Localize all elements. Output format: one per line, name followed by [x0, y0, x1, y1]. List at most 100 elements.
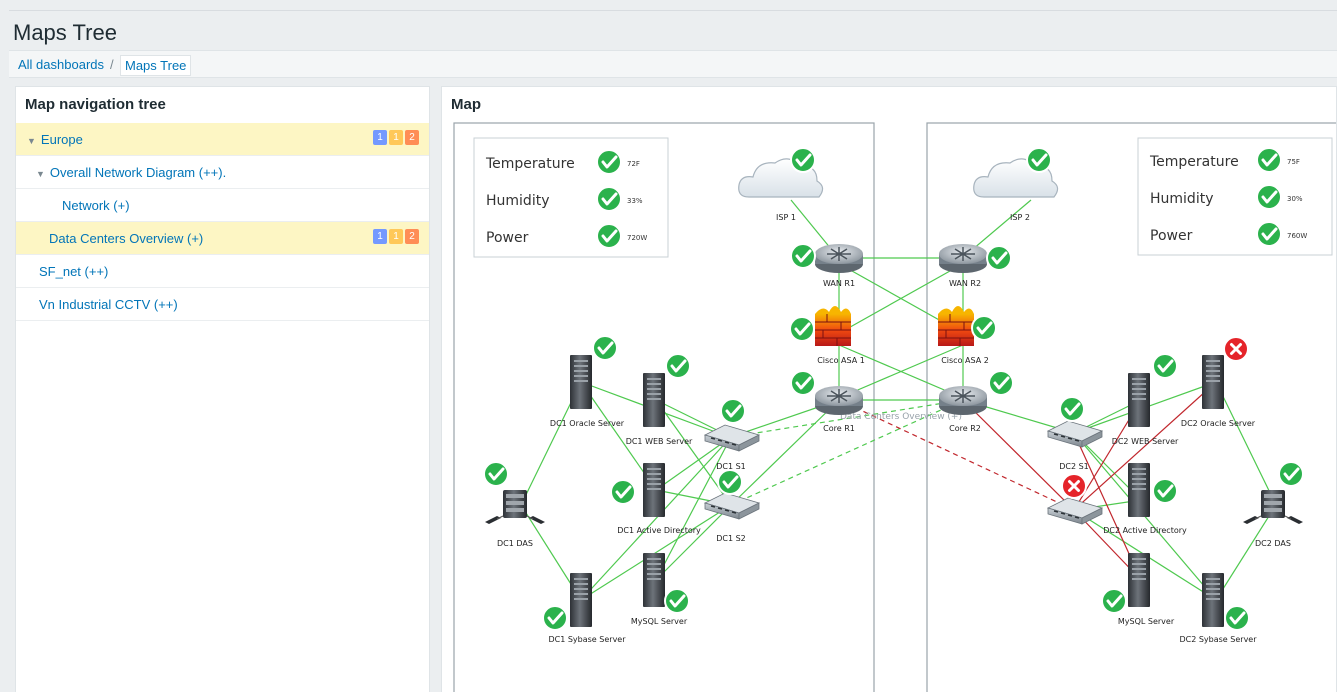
nav-panel-title: Map navigation tree: [25, 96, 166, 113]
node-label: DC1 S2: [716, 534, 746, 543]
server-icon: [1128, 373, 1150, 427]
page-header: Maps Tree: [9, 10, 1337, 50]
server-icon: [1202, 355, 1224, 409]
breadcrumb-all-dashboards[interactable]: All dashboards: [18, 57, 104, 72]
check-icon: [482, 460, 510, 488]
server-icon: [570, 355, 592, 409]
node-label: ISP 1: [776, 213, 796, 222]
check-icon: [970, 314, 998, 342]
env-value: 760W: [1287, 232, 1307, 240]
check-icon: [1151, 477, 1179, 505]
node-label: DC1 Sybase Server: [548, 635, 626, 644]
tree-item-overall-network-diagram[interactable]: ▼ Overall Network Diagram (++).: [16, 156, 429, 189]
node-label: DC2 WEB Server: [1112, 437, 1179, 446]
check-icon: [663, 587, 691, 615]
check-icon: [1100, 587, 1128, 615]
check-icon: [595, 148, 623, 176]
problem-count-info: 1: [373, 130, 387, 145]
env-value: 720W: [627, 234, 647, 242]
env-value: 72F: [627, 160, 640, 168]
node-label: DC1 WEB Server: [626, 437, 693, 446]
node-label: MySQL Server: [1118, 617, 1175, 626]
node-label: Cisco ASA 2: [941, 356, 989, 365]
tree-item-vn-industrial-cctv[interactable]: Vn Industrial CCTV (++): [16, 288, 429, 321]
tree-item-label[interactable]: Network (+): [62, 198, 130, 213]
env-value: 75F: [1287, 158, 1300, 166]
check-icon: [719, 397, 747, 425]
tree-item-data-centers-overview[interactable]: Data Centers Overview (+) 1 1 2: [16, 222, 429, 255]
check-icon: [1058, 395, 1086, 423]
breadcrumb: All dashboards / Maps Tree: [9, 50, 1337, 78]
check-icon: [595, 185, 623, 213]
map-panel: Map Data Centers Overview (+) Temperatur…: [441, 86, 1337, 692]
env-label: Temperature: [485, 156, 575, 172]
node-label: DC1 Oracle Server: [550, 419, 625, 428]
node-label: Core R2: [949, 424, 981, 433]
check-icon: [716, 468, 744, 496]
env-label: Humidity: [1150, 191, 1213, 207]
tree-item-network[interactable]: Network (+): [16, 189, 429, 222]
check-icon: [591, 334, 619, 362]
server-icon: [1128, 463, 1150, 517]
router-icon: [938, 385, 988, 416]
problem-counters: 1 1 2: [373, 229, 419, 244]
problem-count-average: 2: [405, 130, 419, 145]
server-icon: [643, 373, 665, 427]
error-icon: [1060, 472, 1088, 500]
server-icon: [570, 573, 592, 627]
node-label: Core R1: [823, 424, 855, 433]
check-icon: [987, 369, 1015, 397]
check-icon: [789, 146, 817, 174]
check-icon: [541, 604, 569, 632]
chevron-down-icon[interactable]: ▼: [27, 136, 36, 146]
network-map[interactable]: Data Centers Overview (+) Temperature Hu…: [442, 122, 1336, 692]
problem-counters: 1 1 2: [373, 130, 419, 145]
check-icon: [609, 478, 637, 506]
env-value: 33%: [627, 197, 643, 205]
node-label: WAN R1: [823, 279, 855, 288]
top-strip: [0, 0, 1337, 10]
check-icon: [1255, 146, 1283, 174]
check-icon: [595, 222, 623, 250]
problem-count-warning: 1: [389, 130, 403, 145]
check-icon: [788, 315, 816, 343]
dc2-environment-panel: Temperature Humidity Power 75F 30% 760W: [1137, 137, 1333, 256]
tree-item-label[interactable]: Europe: [41, 132, 83, 147]
node-label: DC2 S1: [1059, 462, 1089, 471]
error-icon: [1222, 335, 1250, 363]
tree-item-label[interactable]: Overall Network Diagram (++).: [50, 165, 226, 180]
tree-item-sf-net[interactable]: SF_net (++): [16, 255, 429, 288]
server-icon: [1202, 573, 1224, 627]
tree-item-label[interactable]: Vn Industrial CCTV (++): [39, 297, 178, 312]
check-icon: [1025, 146, 1053, 174]
check-icon: [1151, 352, 1179, 380]
check-icon: [985, 244, 1013, 272]
router-icon: [814, 243, 864, 274]
tree-item-europe[interactable]: ▼ Europe 1 1 2: [16, 123, 429, 156]
env-label: Humidity: [486, 193, 549, 209]
firewall-icon: [814, 305, 852, 347]
server-icon: [1128, 553, 1150, 607]
problem-count-info: 1: [373, 229, 387, 244]
node-label: WAN R2: [949, 279, 981, 288]
tree-item-label[interactable]: SF_net (++): [39, 264, 108, 279]
tree-item-label[interactable]: Data Centers Overview (+): [49, 231, 203, 246]
check-icon: [789, 242, 817, 270]
node-label: DC2 Oracle Server: [1181, 419, 1256, 428]
server-icon: [643, 463, 665, 517]
link-label: Data Centers Overview (+): [840, 412, 962, 422]
check-icon: [1277, 460, 1305, 488]
chevron-down-icon[interactable]: ▼: [36, 169, 45, 179]
problem-count-warning: 1: [389, 229, 403, 244]
check-icon: [789, 369, 817, 397]
router-icon: [814, 385, 864, 416]
breadcrumb-maps-tree[interactable]: Maps Tree: [120, 55, 192, 76]
env-label: Power: [1150, 228, 1193, 244]
router-icon: [938, 243, 988, 274]
node-label: DC1 Active Directory: [617, 526, 701, 535]
node-label: ISP 2: [1010, 213, 1030, 222]
check-icon: [1255, 183, 1283, 211]
node-label: MySQL Server: [631, 617, 688, 626]
dc1-environment-panel: Temperature Humidity Power 72F 33% 720W: [473, 137, 669, 258]
node-label: DC2 Active Directory: [1103, 526, 1187, 535]
